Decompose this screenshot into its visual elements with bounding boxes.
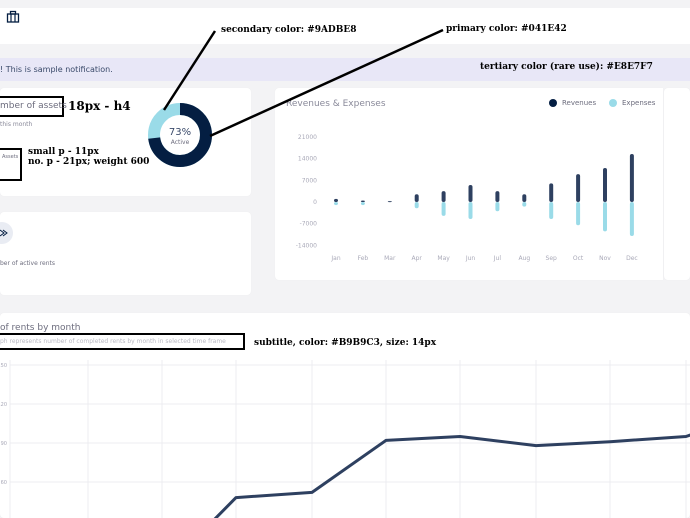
chart-title: Revenues & Expenses (286, 99, 386, 109)
briefcase-icon[interactable] (6, 10, 20, 24)
layers-icon (0, 229, 8, 237)
small-p-spec-note: small p - 11px (28, 147, 99, 157)
assets-badge: Assets (2, 154, 19, 160)
assets-period: this month (0, 121, 33, 128)
secondary-color-note: secondary color: #9ADBE8 (221, 25, 357, 35)
legend-expenses: Expenses (622, 99, 656, 107)
rents-section-title: of rents by month (0, 323, 81, 333)
subtitle-spec-note: subtitle, color: #B9B9C3, size: 14px (254, 338, 437, 348)
active-rents-card (0, 212, 251, 295)
revenues-expenses-card (275, 88, 663, 280)
assets-title: mber of assets (0, 101, 67, 111)
number-annotation-box (0, 148, 22, 181)
rents-section-subtitle: ph represents number of completed rents … (0, 338, 226, 345)
active-rents-label: ber of active rents (0, 260, 56, 267)
primary-color-note: primary color: #041E42 (446, 24, 567, 34)
donut-percent: 73% (168, 127, 192, 138)
side-card (664, 88, 690, 280)
notification-text: ! This is sample notification. (0, 65, 113, 74)
legend-revenues-swatch (549, 99, 557, 107)
legend-expenses-swatch (609, 99, 617, 107)
no-p-spec-note: no. p - 21px; weight 600 (28, 157, 150, 167)
tertiary-color-note: tertiary color (rare use): #E8E7F7 (480, 62, 653, 72)
donut-label: Active (170, 139, 190, 146)
legend-revenues: Revenues (562, 99, 597, 107)
h4-spec-note: 18px - h4 (68, 99, 131, 113)
